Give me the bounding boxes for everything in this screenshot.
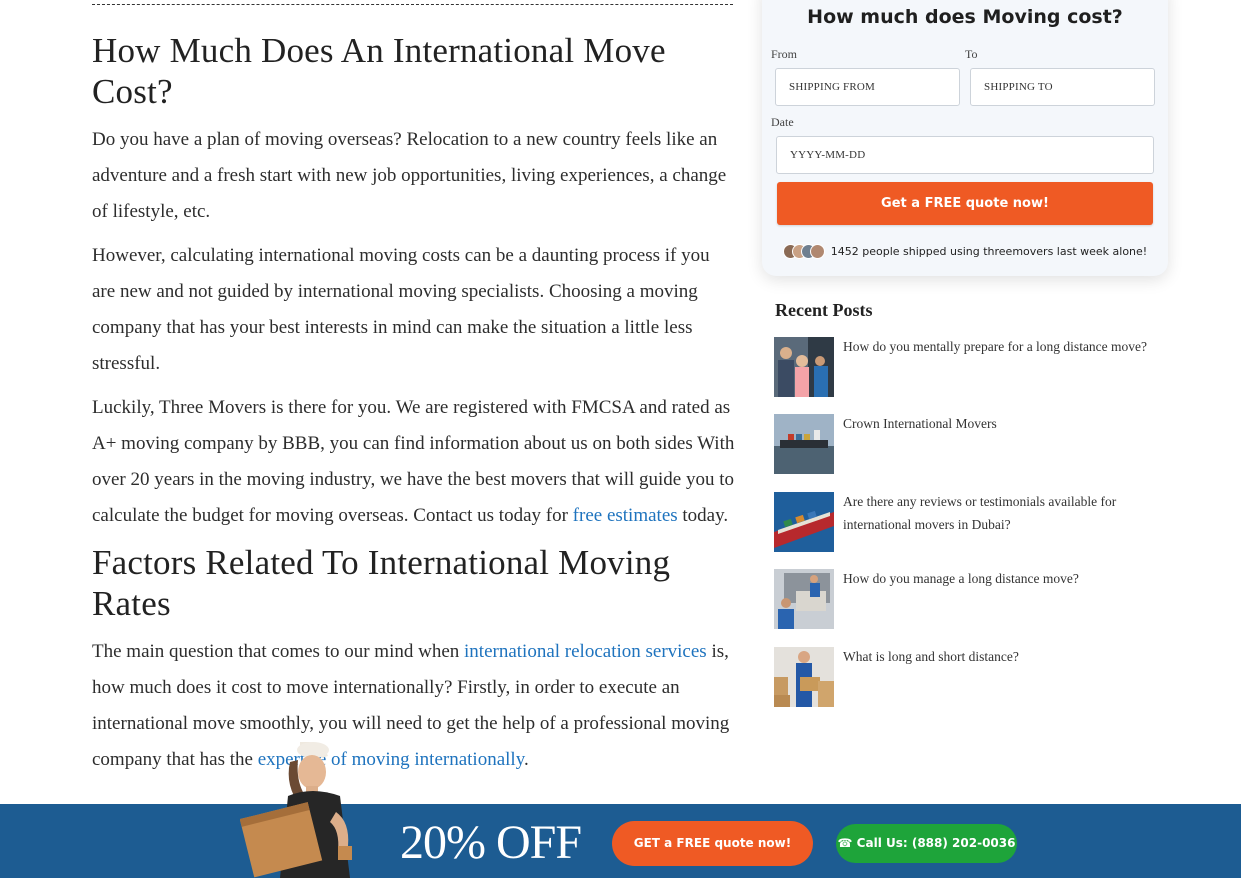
post-thumbnail[interactable] <box>774 647 834 707</box>
post-title[interactable]: How do you manage a long distance move? <box>843 567 1183 590</box>
recent-post-item[interactable]: Are there any reviews or testimonials av… <box>774 492 1194 552</box>
post-title[interactable]: What is long and short distance? <box>843 645 1183 668</box>
post-title[interactable]: Are there any reviews or testimonials av… <box>843 490 1183 536</box>
post-title[interactable]: How do you mentally prepare for a long d… <box>843 335 1183 358</box>
get-free-quote-button[interactable]: Get a FREE quote now! <box>777 182 1153 225</box>
post-thumbnail[interactable] <box>774 337 834 397</box>
shipping-to-field[interactable]: SHIPPING TO <box>970 68 1155 106</box>
phone-icon: ☎ <box>837 836 853 850</box>
recent-post-item[interactable]: How do you manage a long distance move? <box>774 569 1194 629</box>
article-content: How Much Does An International Move Cost… <box>92 30 737 786</box>
post-thumbnail[interactable] <box>774 414 834 474</box>
recent-post-item[interactable]: Crown International Movers <box>774 414 1194 474</box>
date-label: Date <box>771 115 794 129</box>
recent-post-item[interactable]: How do you mentally prepare for a long d… <box>774 337 1194 397</box>
recent-posts-title: Recent Posts <box>775 300 873 320</box>
paragraph-three-movers: Luckily, Three Movers is there for you. … <box>92 390 737 534</box>
post-title[interactable]: Crown International Movers <box>843 412 1183 435</box>
promo-banner: 20% OFF GET a FREE quote now! ☎ Call Us:… <box>0 804 1241 878</box>
paragraph-factors-text-a: The main question that comes to our mind… <box>92 641 465 662</box>
call-us-label: Call Us: (888) 202-0036 <box>856 836 1016 850</box>
quote-form-title: How much does Moving cost? <box>807 6 1123 28</box>
quote-form-card: How much does Moving cost? From To SHIPP… <box>762 0 1168 276</box>
social-proof-text: 1452 people shipped using threemovers la… <box>830 245 1148 258</box>
discount-text: 20% OFF <box>400 816 582 869</box>
heading-factors: Factors Related To International Moving … <box>92 543 671 623</box>
paragraph-factors-text-c: . <box>523 749 529 770</box>
social-proof: 1452 people shipped using threemovers la… <box>762 244 1168 260</box>
avatar <box>809 244 825 259</box>
dashed-divider <box>92 0 733 5</box>
customer-avatars <box>782 244 825 260</box>
banner-quote-button[interactable]: GET a FREE quote now! <box>612 821 813 866</box>
mover-with-box-image <box>239 741 375 878</box>
paragraph-factors: The main question that comes to our mind… <box>92 634 737 778</box>
recent-post-item[interactable]: What is long and short distance? <box>774 647 1194 707</box>
to-label: To <box>965 47 978 61</box>
heading-international-move-cost: How Much Does An International Move Cost… <box>92 31 666 111</box>
international-relocation-link[interactable]: international relocation services <box>464 641 707 662</box>
paragraph-three-movers-end: today. <box>677 505 729 526</box>
post-thumbnail[interactable] <box>774 492 834 552</box>
paragraph-costs: However, calculating international movin… <box>92 245 710 374</box>
post-thumbnail[interactable] <box>774 569 834 629</box>
from-label: From <box>771 47 798 61</box>
shipping-from-field[interactable]: SHIPPING FROM <box>775 68 960 106</box>
date-field[interactable]: YYYY-MM-DD <box>776 136 1154 174</box>
call-us-button[interactable]: ☎ Call Us: (888) 202-0036 <box>836 824 1017 863</box>
free-estimates-link[interactable]: free estimates <box>573 505 678 526</box>
paragraph-intro: Do you have a plan of moving overseas? R… <box>92 129 727 222</box>
